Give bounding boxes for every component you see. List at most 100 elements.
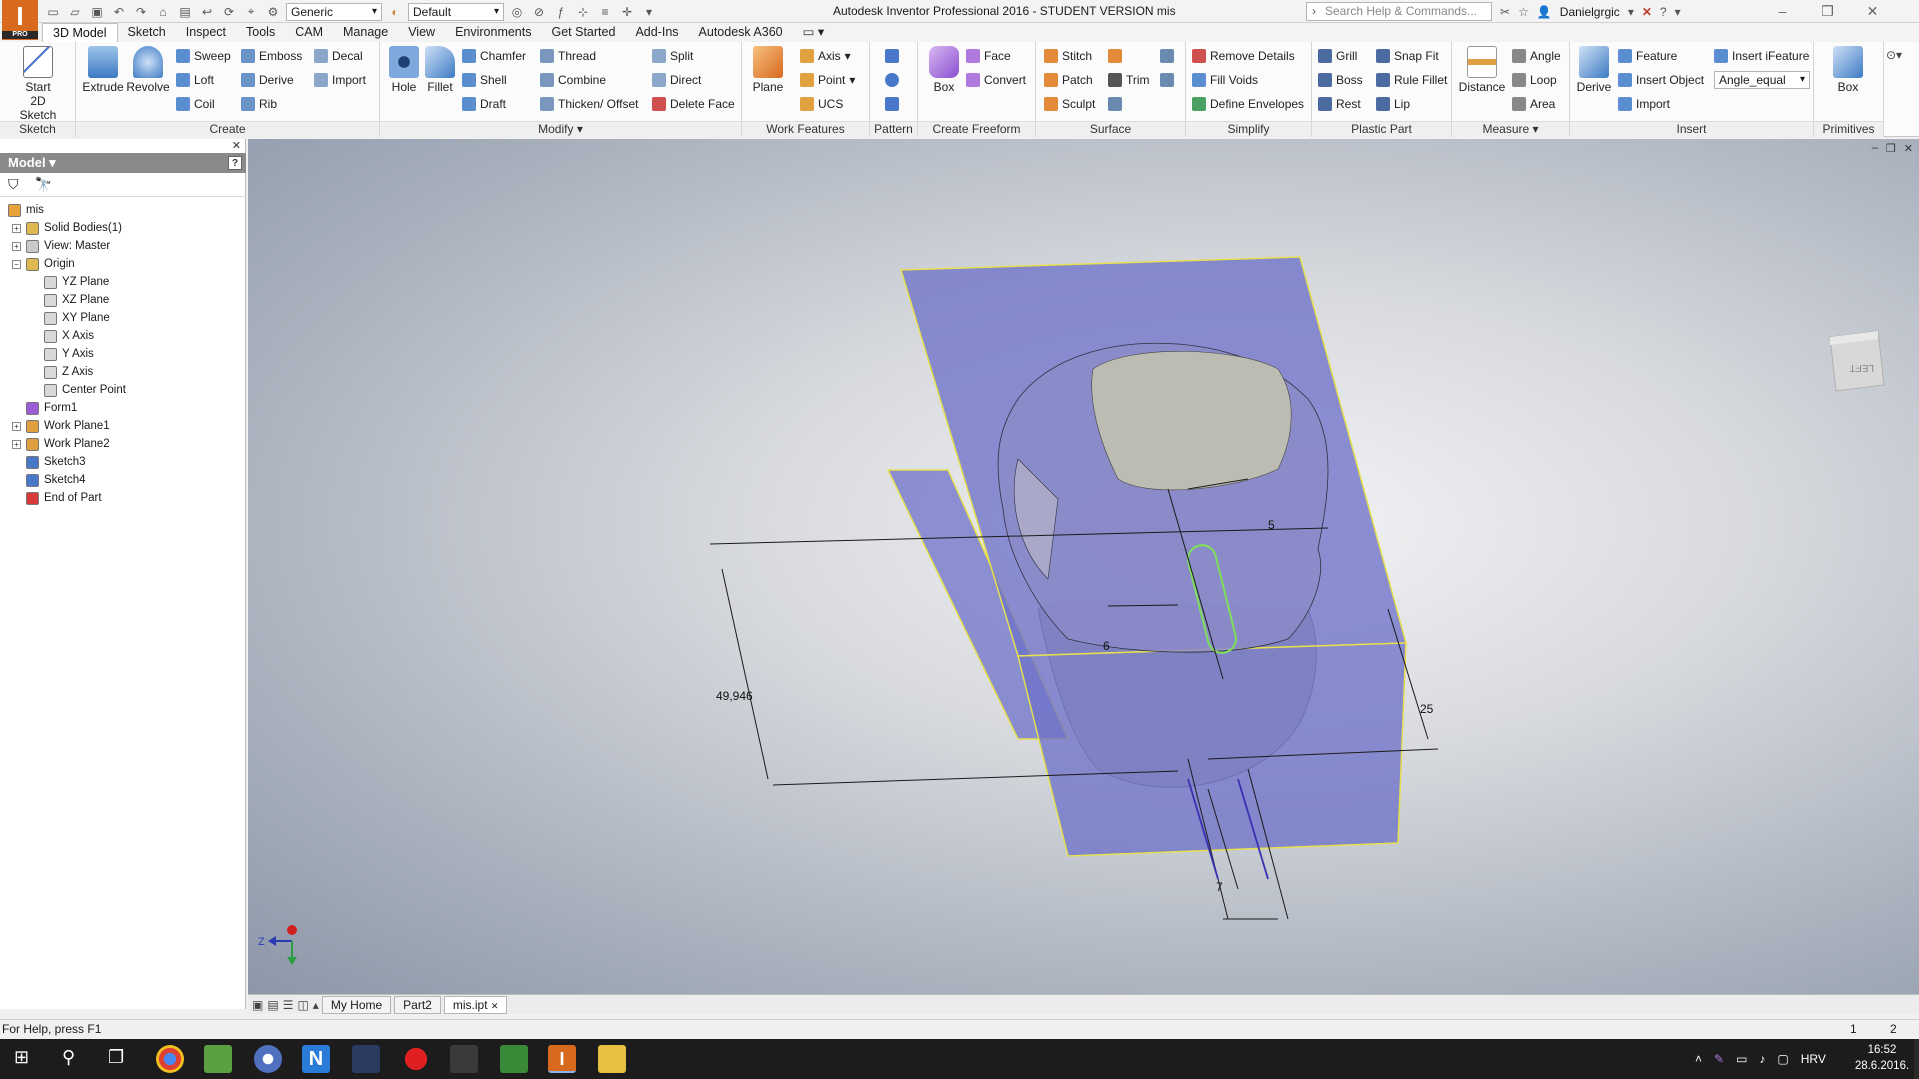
- browser-help-icon[interactable]: ?: [228, 156, 242, 170]
- thread-button[interactable]: Thread: [540, 46, 596, 66]
- primitive-box-button[interactable]: Box: [1826, 46, 1870, 94]
- user-icon[interactable]: 👤: [1537, 5, 1552, 19]
- expand-toggle-icon[interactable]: +: [12, 224, 21, 233]
- import-button[interactable]: Import: [314, 70, 366, 90]
- feature-button[interactable]: Feature: [1618, 46, 1677, 66]
- browser-tree-item[interactable]: End of Part: [0, 489, 246, 507]
- stitch-button[interactable]: Stitch: [1044, 46, 1092, 66]
- taskbar-clock[interactable]: 16:52 28.6.2016.: [1852, 1042, 1912, 1074]
- tray-chevron-icon[interactable]: ˄: [1695, 1052, 1702, 1066]
- ifeature-combo[interactable]: Angle_equal: [1714, 71, 1810, 89]
- tab-tools[interactable]: Tools: [236, 23, 285, 42]
- coil-button[interactable]: Coil: [176, 94, 215, 114]
- tab-3d-model[interactable]: 3D Model: [42, 23, 118, 42]
- distance-button[interactable]: Distance: [1454, 46, 1510, 94]
- tab-sketch[interactable]: Sketch: [118, 23, 176, 42]
- plane-button[interactable]: Plane: [746, 46, 790, 94]
- tray-network-icon[interactable]: ▭: [1736, 1052, 1747, 1066]
- tools-icon[interactable]: ✂: [1500, 5, 1510, 19]
- ribbon-options-icon[interactable]: ▭ ▾: [793, 23, 835, 42]
- iproperties-icon[interactable]: ◎: [508, 3, 526, 21]
- doc-tab-mis-ipt[interactable]: mis.ipt ✕: [443, 995, 508, 1014]
- decal-button[interactable]: Decal: [314, 46, 363, 66]
- doc-tab-my-home[interactable]: My Home: [321, 995, 392, 1014]
- sculpt-button[interactable]: Sculpt: [1044, 94, 1095, 114]
- return-icon[interactable]: ↩: [198, 3, 216, 21]
- n-app-icon[interactable]: N: [302, 1045, 330, 1073]
- line-style-icon[interactable]: ≡: [596, 3, 614, 21]
- record-app-icon[interactable]: [402, 1045, 430, 1073]
- extend-button[interactable]: [1108, 94, 1122, 114]
- grill-button[interactable]: Grill: [1318, 46, 1357, 66]
- dimension-d2[interactable]: 6: [1103, 639, 1110, 653]
- ribbon-minimize-icon[interactable]: ⊙▾: [1886, 48, 1902, 62]
- material-color-icon[interactable]: ◐: [386, 3, 404, 21]
- start-2d-sketch-button[interactable]: Start 2D Sketch: [16, 46, 60, 122]
- browser-tree-item[interactable]: Z Axis: [0, 363, 246, 381]
- project-icon[interactable]: ▤: [176, 3, 194, 21]
- browser-tree-item[interactable]: Sketch4: [0, 471, 246, 489]
- delete-face-button[interactable]: Delete Face: [652, 94, 735, 114]
- browser-tree-item[interactable]: Sketch3: [0, 453, 246, 471]
- user-name[interactable]: Danielgrgic: [1560, 5, 1620, 19]
- redo-icon[interactable]: ↷: [132, 3, 150, 21]
- loft-button[interactable]: Loft: [176, 70, 214, 90]
- point-button[interactable]: Point ▾: [800, 70, 855, 90]
- help-dropdown-icon[interactable]: ▾: [1675, 5, 1681, 19]
- dimension-d3[interactable]: 49,946: [716, 689, 753, 703]
- loop-button[interactable]: Loop: [1512, 70, 1557, 90]
- derive-button[interactable]: Derive: [241, 70, 294, 90]
- browser-tree-item[interactable]: XZ Plane: [0, 291, 246, 309]
- revolve-button[interactable]: Revolve: [126, 46, 170, 94]
- define-envelopes-button[interactable]: Define Envelopes: [1192, 94, 1304, 114]
- exchange-icon[interactable]: ✕: [1642, 5, 1652, 19]
- expand-toggle-icon[interactable]: −: [12, 260, 21, 269]
- new-icon[interactable]: ▭: [44, 3, 62, 21]
- rectangular-pattern-button[interactable]: [885, 46, 899, 66]
- browser-close-icon[interactable]: ✕: [232, 139, 241, 152]
- insert-object-button[interactable]: Insert Object: [1618, 70, 1704, 90]
- insert-ifeature-button[interactable]: Insert iFeature: [1714, 46, 1809, 66]
- panel-title-modify[interactable]: Modify ▾: [380, 121, 741, 137]
- dimension-d4[interactable]: 25: [1420, 702, 1434, 716]
- shell-button[interactable]: Shell: [462, 70, 507, 90]
- surface-extra-button[interactable]: [1108, 46, 1122, 66]
- rib-button[interactable]: Rib: [241, 94, 277, 114]
- color-combo[interactable]: Default: [408, 2, 504, 21]
- media-app-icon[interactable]: [352, 1045, 380, 1073]
- tab-autodesk-a360[interactable]: Autodesk A360: [689, 23, 793, 42]
- browser-header[interactable]: Model ▾ ?: [0, 153, 246, 173]
- browser-tree-item[interactable]: + Work Plane2: [0, 435, 246, 453]
- tab-view[interactable]: View: [398, 23, 445, 42]
- patch-button[interactable]: Patch: [1044, 70, 1093, 90]
- model-top-face[interactable]: [1091, 351, 1292, 491]
- browser-tree-item[interactable]: + Work Plane1: [0, 417, 246, 435]
- browser-tree-item[interactable]: mis: [0, 201, 246, 219]
- angle-button[interactable]: Angle: [1512, 46, 1561, 66]
- update-icon[interactable]: ⟳: [220, 3, 238, 21]
- settings-icon[interactable]: ⚙: [264, 3, 282, 21]
- split-button[interactable]: Split: [652, 46, 693, 66]
- browser-tree-item[interactable]: YZ Plane: [0, 273, 246, 291]
- repair-bodies-button[interactable]: [1160, 70, 1174, 90]
- close-button[interactable]: ✕: [1850, 0, 1895, 22]
- browser-tree-item[interactable]: − Origin: [0, 255, 246, 273]
- show-desktop-button[interactable]: [1914, 1039, 1919, 1079]
- trim-button[interactable]: Trim: [1108, 70, 1150, 90]
- chamfer-button[interactable]: Chamfer: [462, 46, 526, 66]
- cascade-view-icon[interactable]: ▤: [267, 998, 278, 1012]
- work-plane-1-lower[interactable]: [1017, 642, 1407, 857]
- dimension-d1[interactable]: 5: [1268, 518, 1275, 532]
- fillet-button[interactable]: Fillet: [418, 46, 462, 94]
- sweep-button[interactable]: Sweep: [176, 46, 231, 66]
- axis-button[interactable]: Axis ▾: [800, 46, 851, 66]
- rest-button[interactable]: Rest: [1318, 94, 1361, 114]
- arrange-view-icon[interactable]: ☰: [283, 998, 294, 1012]
- windows-start-icon[interactable]: ⊞: [14, 1047, 29, 1068]
- draft-button[interactable]: Draft: [462, 94, 506, 114]
- tray-language[interactable]: HRV: [1801, 1052, 1826, 1066]
- doc-menu-icon[interactable]: ▴: [313, 998, 319, 1012]
- tab-add-ins[interactable]: Add-Ins: [625, 23, 688, 42]
- filter-icon[interactable]: ⛉: [8, 176, 19, 193]
- game-app-icon[interactable]: [450, 1045, 478, 1073]
